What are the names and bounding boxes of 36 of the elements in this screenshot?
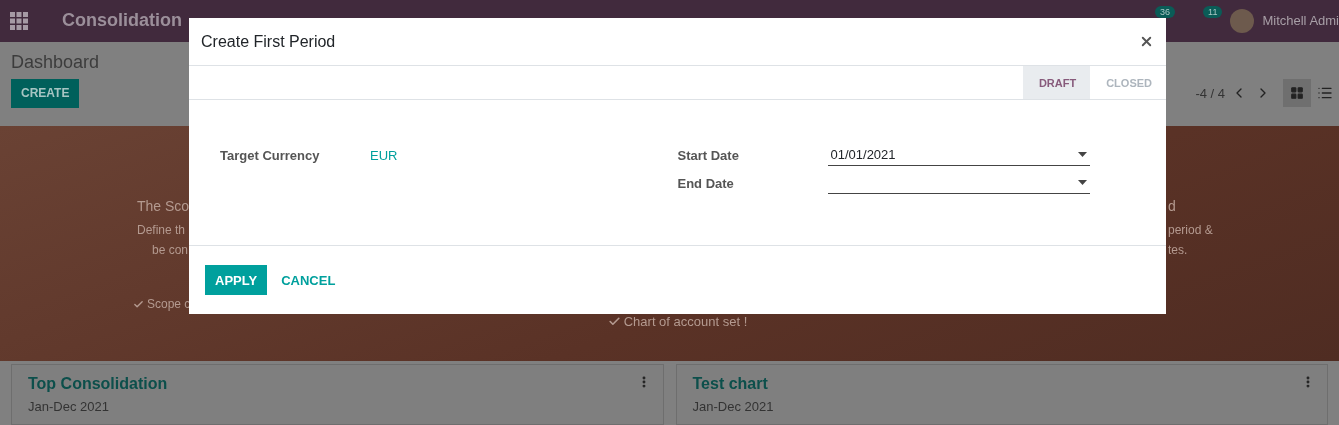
hero-text: Define th <box>137 222 186 240</box>
cancel-button[interactable]: CANCEL <box>271 265 346 295</box>
check-icon <box>607 315 621 328</box>
status-stage[interactable]: DRAFT <box>1022 66 1091 99</box>
apply-button[interactable]: APPLY <box>205 265 268 295</box>
currency-link[interactable]: EUR <box>370 147 398 163</box>
caret-icon[interactable] <box>1077 180 1087 185</box>
field-label: Start Date <box>677 147 740 163</box>
breadcrumb: Dashboard <box>11 51 101 73</box>
card-title: Top Consolidation <box>28 375 169 393</box>
counter-badge: 36 <box>1155 6 1176 18</box>
check-icon <box>133 298 144 310</box>
user-name[interactable]: Mitchell Admi <box>1262 13 1339 29</box>
caret-icon[interactable] <box>1077 152 1087 157</box>
field-label: End Date <box>677 175 735 191</box>
date-field[interactable]: 01/01/2021 <box>827 144 1090 166</box>
hero-text: period & <box>1168 222 1213 240</box>
create-button[interactable]: CREATE <box>11 78 80 108</box>
field-label: Target Currency <box>220 147 321 163</box>
apps-menu-icon[interactable] <box>10 11 28 30</box>
app-title: Consolidation <box>62 10 182 32</box>
card-subtitle: Jan-Dec 2021 <box>692 399 775 414</box>
hero-heading: The Sco <box>137 197 190 217</box>
hero-text: tes. <box>1168 242 1188 260</box>
hero-text: be con <box>152 242 189 260</box>
card-title: Test chart <box>692 375 769 393</box>
dialog-title: Create First Period <box>201 32 336 51</box>
kanban-card[interactable]: Top Consolidation Jan-Dec 2021 <box>11 364 664 425</box>
pager-value: -4 / 4 <box>1195 85 1225 101</box>
hero-check-text: Chart of account set ! <box>623 314 748 329</box>
kanban-view-icon[interactable] <box>1283 79 1311 108</box>
card-subtitle: Jan-Dec 2021 <box>28 399 110 414</box>
counter-badge: 11 <box>1203 6 1223 18</box>
close-button[interactable] <box>1139 34 1154 49</box>
hero-heading: d <box>1168 197 1176 217</box>
kanban-card[interactable]: Test chart Jan-Dec 2021 <box>675 364 1328 425</box>
